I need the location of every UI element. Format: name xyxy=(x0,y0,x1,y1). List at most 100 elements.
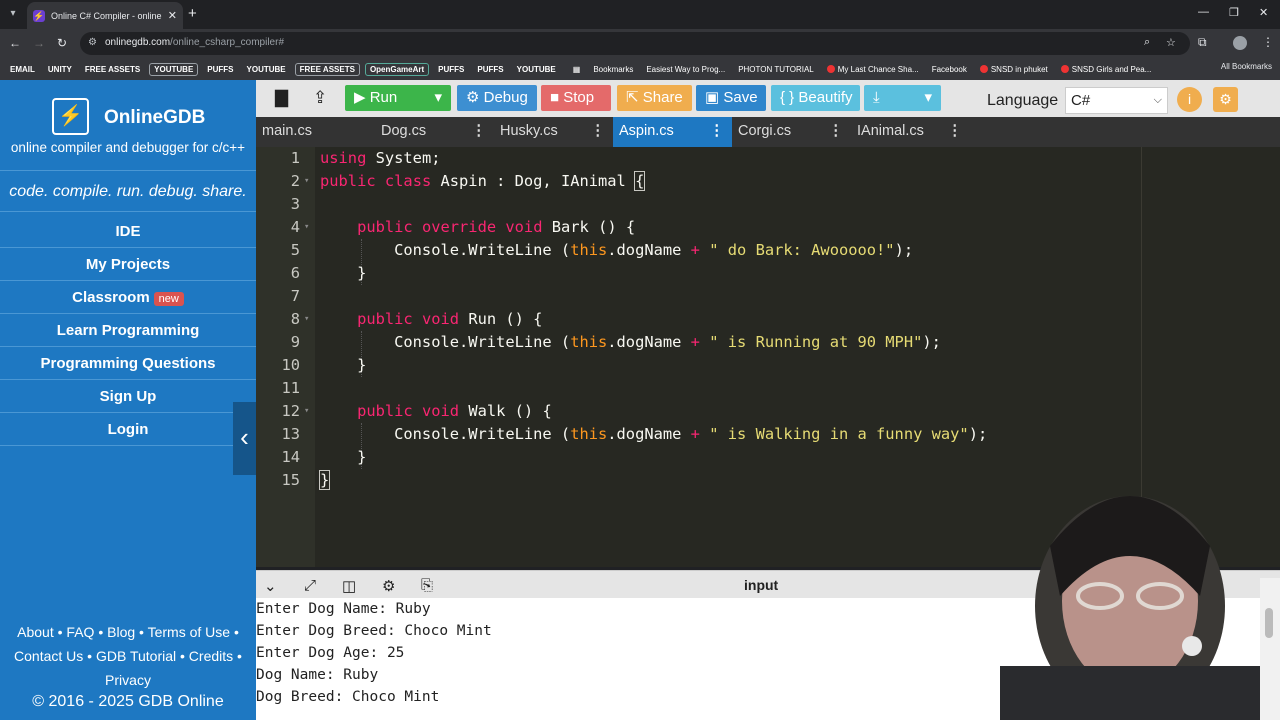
tab-ianimal-cs[interactable]: IAnimal.cs ⋮ xyxy=(851,117,970,147)
bookmark-item[interactable]: My Last Chance Sha... xyxy=(823,64,923,75)
share-button[interactable]: ⇱ Share xyxy=(617,85,692,111)
bookmark-star-icon[interactable]: ☆ xyxy=(1166,36,1176,49)
split-panel-icon[interactable]: ◫ xyxy=(342,577,356,595)
code-line: 1 using System; xyxy=(256,147,1280,170)
bookmark-item[interactable]: Bookmarks xyxy=(589,64,637,75)
settings-gear-icon[interactable]: ⚙ xyxy=(1213,87,1238,112)
panel-settings-gear-icon[interactable]: ⚙ xyxy=(382,577,395,595)
sidebar-item-login[interactable]: Login xyxy=(0,413,256,446)
bookmark-item[interactable]: PHOTON TUTORIAL xyxy=(734,64,818,75)
save-button[interactable]: ▣ Save xyxy=(696,85,766,111)
tab-menu-icon[interactable]: ⋮ xyxy=(829,117,844,145)
bookmark-item[interactable]: Easiest Way to Prog... xyxy=(642,64,729,75)
bookmark-item[interactable]: FREE ASSETS xyxy=(294,62,360,76)
all-bookmarks[interactable]: All Bookmarks xyxy=(1221,62,1272,71)
footer-link-about[interactable]: About xyxy=(17,624,54,640)
webcam-overlay xyxy=(980,456,1280,720)
browser-tab-active[interactable]: ⚡ Online C# Compiler - online ed ✕ xyxy=(27,2,183,29)
upload-file-icon[interactable]: ⇪ xyxy=(304,85,336,111)
sidebar-item-programming-questions[interactable]: Programming Questions xyxy=(0,347,256,380)
new-tab-icon[interactable]: + xyxy=(188,5,197,22)
sidebar-item-ide[interactable]: IDE xyxy=(0,215,256,248)
fold-arrow-icon[interactable]: ▾ xyxy=(304,170,309,193)
sidebar-item-classroom[interactable]: Classroom new xyxy=(0,281,256,314)
tab-corgi-cs[interactable]: Corgi.cs ⋮ xyxy=(732,117,851,147)
tab-menu-icon[interactable]: ⋮ xyxy=(472,117,487,145)
bookmark-item[interactable]: OpenGameArt xyxy=(364,62,430,76)
bookmark-item[interactable]: YOUTUBE xyxy=(513,64,560,75)
copy-output-icon[interactable]: ⎘ xyxy=(421,577,433,594)
collapse-panel-chevron-icon[interactable]: ⌄ xyxy=(264,577,277,595)
fold-arrow-icon[interactable]: ▾ xyxy=(304,216,309,239)
stop-button[interactable]: ■ Stop xyxy=(541,85,611,111)
fold-arrow-icon[interactable]: ▾ xyxy=(304,400,309,423)
bookmark-item[interactable]: Facebook xyxy=(928,64,971,75)
sidebar-item-my-projects[interactable]: My Projects xyxy=(0,248,256,281)
onlinegdb-logo-icon[interactable]: ⚡ xyxy=(52,98,89,135)
apps-grid-icon[interactable]: ▦ xyxy=(569,64,585,75)
bookmark-item[interactable]: SNSD in phuket xyxy=(976,64,1052,75)
beautify-button[interactable]: { } Beautify xyxy=(771,85,860,111)
line-number: 12 xyxy=(281,402,300,420)
sidebar-item-sign-up[interactable]: Sign Up xyxy=(0,380,256,413)
bookmark-item[interactable]: YOUTUBE xyxy=(243,64,290,75)
bookmark-item[interactable]: PUFFS xyxy=(203,64,237,75)
footer-link-faq[interactable]: FAQ xyxy=(66,624,94,640)
sidebar-item-learn-programming[interactable]: Learn Programming xyxy=(0,314,256,347)
code-line: 4 ▾ public override void Bark () { xyxy=(256,216,1280,239)
tab-menu-icon[interactable]: ⋮ xyxy=(591,117,606,145)
bookmark-item[interactable]: PUFFS xyxy=(473,64,507,75)
tab-search-icon[interactable]: ▾ xyxy=(5,6,21,22)
collapse-sidebar-chevron-icon[interactable]: ‹ xyxy=(233,402,256,475)
language-select[interactable]: C# ⌵ xyxy=(1065,87,1168,114)
code-line: 2 ▾ public class Aspin : Dog, IAnimal { xyxy=(256,170,1280,193)
tab-husky-cs[interactable]: Husky.cs ⋮ xyxy=(494,117,613,147)
fold-arrow-icon[interactable]: ▾ xyxy=(304,308,309,331)
info-icon[interactable]: i xyxy=(1177,87,1202,112)
bookmark-item[interactable]: SNSD Girls and Pea... xyxy=(1057,64,1156,75)
tab-menu-icon[interactable]: ⋮ xyxy=(710,117,725,145)
tab-main-cs[interactable]: main.cs xyxy=(256,117,375,147)
footer-link-blog[interactable]: Blog xyxy=(107,624,135,640)
bookmark-item[interactable]: UNITY xyxy=(44,64,76,75)
tab-aspin-cs[interactable]: Aspin.cs ⋮ xyxy=(613,117,732,147)
tab-dog-cs[interactable]: Dog.cs ⋮ xyxy=(375,117,494,147)
restore-icon[interactable]: ❐ xyxy=(1229,6,1239,19)
footer-link-gdb-tutorial[interactable]: GDB Tutorial xyxy=(96,648,176,664)
footer-link-contact[interactable]: Contact Us xyxy=(14,648,83,664)
footer-link-credits[interactable]: Credits xyxy=(189,648,233,664)
download-dropdown-chevron-icon[interactable]: ▾ xyxy=(924,85,932,111)
run-dropdown-chevron-icon[interactable]: ▾ xyxy=(434,85,442,111)
extensions-icon[interactable]: ⧉ xyxy=(1198,35,1207,50)
close-window-icon[interactable]: ✕ xyxy=(1259,6,1268,19)
bookmark-item[interactable]: EMAIL xyxy=(6,64,39,75)
tab-menu-icon[interactable]: ⋮ xyxy=(948,117,963,145)
close-tab-icon[interactable]: ✕ xyxy=(168,9,177,22)
profile-avatar-icon[interactable] xyxy=(1233,36,1247,50)
footer-links: About • FAQ • Blog • Terms of Use • Cont… xyxy=(14,624,242,688)
reload-icon[interactable]: ↻ xyxy=(57,36,67,50)
line-number: 11 xyxy=(281,379,300,397)
footer-link-terms[interactable]: Terms of Use xyxy=(148,624,230,640)
zoom-icon[interactable]: ⌕ xyxy=(1144,36,1150,49)
debug-button[interactable]: ⚙ Debug xyxy=(457,85,537,111)
brand-name[interactable]: OnlineGDB xyxy=(104,107,205,129)
forward-icon[interactable]: → xyxy=(33,36,45,50)
download-button[interactable]: ⤓ ▾ xyxy=(864,85,941,111)
minimize-icon[interactable]: — xyxy=(1198,6,1209,18)
bookmark-item[interactable]: YOUTUBE xyxy=(149,62,199,76)
address-bar[interactable]: ⚙ onlinegdb.com/online_csharp_compiler# … xyxy=(80,32,1190,55)
back-icon[interactable]: ← xyxy=(9,36,21,50)
menu-kebab-icon[interactable]: ⋮ xyxy=(1262,35,1274,49)
expand-panel-icon[interactable]: ⤢ xyxy=(304,577,316,594)
line-number: 7 xyxy=(290,287,300,305)
new-file-icon[interactable]: ▇ xyxy=(266,85,297,111)
site-info-icon[interactable]: ⚙ xyxy=(88,37,97,48)
code-line: 12 ▾ public void Walk () { xyxy=(256,400,1280,423)
browser-toolbar: ← → ↻ ⚙ onlinegdb.com/online_csharp_comp… xyxy=(0,29,1280,58)
bookmark-item[interactable]: FREE ASSETS xyxy=(81,64,144,75)
bookmark-item[interactable]: PUFFS xyxy=(434,64,468,75)
line-number: 15 xyxy=(281,471,300,489)
run-button[interactable]: ▶ Run ▾ xyxy=(345,85,451,111)
footer-link-privacy[interactable]: Privacy xyxy=(105,672,151,688)
